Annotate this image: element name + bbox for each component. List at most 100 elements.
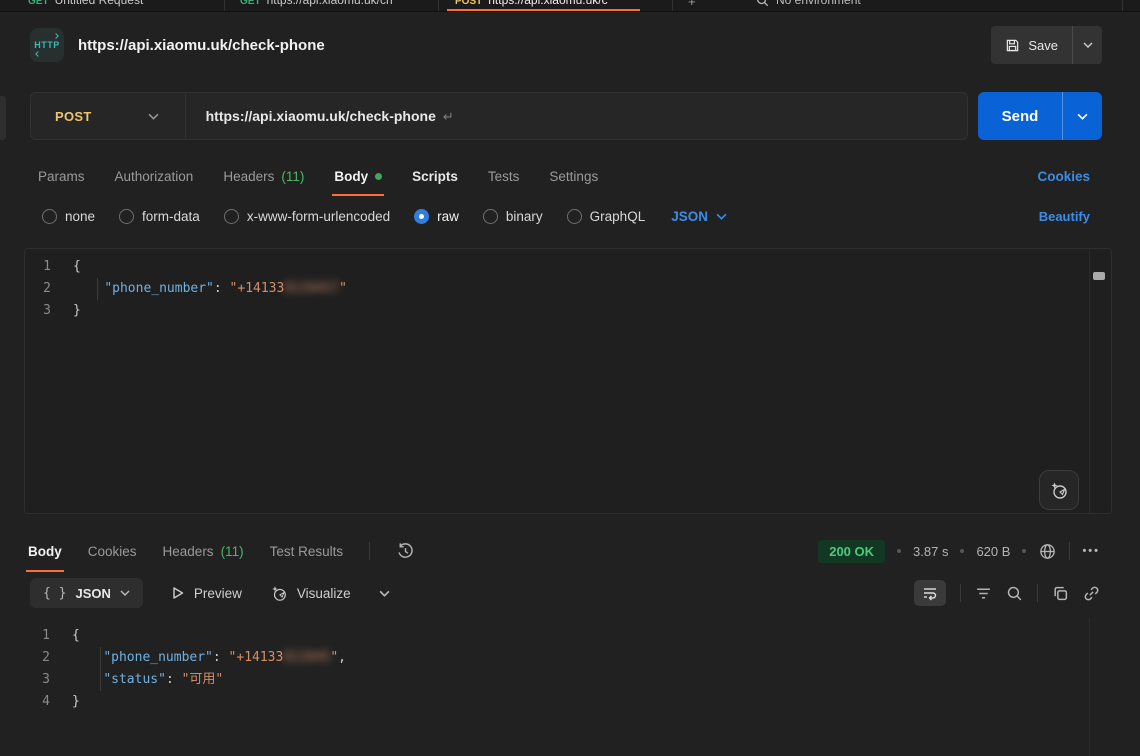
tab-label: Params (38, 169, 85, 184)
response-size[interactable]: 620 B (976, 544, 1010, 559)
divider (960, 584, 961, 602)
tab-settings[interactable]: Settings (549, 156, 598, 196)
more-options-button[interactable]: ••• (1082, 545, 1100, 557)
editor-scrollbar-track[interactable] (1089, 249, 1090, 513)
save-split-button[interactable]: Save (991, 26, 1102, 64)
filter-lines-icon (975, 585, 992, 602)
environment-selector[interactable]: No environment (756, 0, 861, 7)
radio-icon[interactable] (567, 209, 582, 224)
history-clock-icon (396, 542, 415, 561)
tab-body[interactable]: Body (334, 156, 382, 196)
tab-authorization[interactable]: Authorization (115, 156, 194, 196)
divider (369, 542, 370, 560)
response-format-select[interactable]: { } JSON (30, 578, 143, 608)
sidebar-collapsed-handle[interactable] (0, 96, 6, 140)
wrap-text-button[interactable] (914, 580, 946, 606)
search-icon (756, 0, 769, 7)
radio-icon[interactable] (42, 209, 57, 224)
line-number: 2 (25, 278, 73, 300)
request-tab-3-active[interactable]: POSThttps://api.xiaomu.uk/c (455, 0, 608, 7)
option-x-www-form-urlencoded[interactable]: x-www-form-urlencoded (224, 209, 390, 224)
request-tab-2[interactable]: GEThttps://api.xiaomu.uk/ch (240, 0, 393, 7)
send-options-button[interactable] (1062, 92, 1102, 140)
history-button[interactable] (396, 542, 415, 561)
visualize-button[interactable]: Visualize (270, 584, 351, 602)
request-tab-1[interactable]: GETUntitled Request (28, 0, 143, 7)
radio-icon[interactable] (224, 209, 239, 224)
response-tab-test-results[interactable]: Test Results (270, 530, 344, 572)
copy-icon (1052, 585, 1069, 602)
radio-selected-icon[interactable] (414, 209, 429, 224)
method-badge-post: POST (455, 0, 482, 7)
view-options-chevron[interactable] (379, 590, 390, 597)
body-modified-dot (375, 173, 382, 180)
code-line: 3 "status": "可用" (24, 669, 1112, 691)
tab-label: Authorization (115, 169, 194, 184)
braces-icon: { } (43, 586, 66, 601)
radio-icon[interactable] (483, 209, 498, 224)
line-number: 3 (24, 669, 72, 691)
method-selector[interactable]: POST (31, 109, 92, 124)
method-chevron[interactable] (148, 113, 159, 120)
tab-headers[interactable]: Headers(11) (223, 156, 304, 196)
headers-count: (11) (281, 169, 304, 184)
tab-divider (1122, 0, 1123, 12)
search-icon (1006, 585, 1023, 602)
cookies-link[interactable]: Cookies (1037, 169, 1090, 184)
network-info-button[interactable] (1038, 542, 1057, 561)
raw-format-select[interactable]: JSON (671, 209, 727, 224)
filter-button[interactable] (975, 585, 992, 602)
chevron-down-icon (1077, 113, 1088, 120)
option-form-data[interactable]: form-data (119, 209, 200, 224)
new-tab-button[interactable]: + (688, 0, 696, 9)
option-graphql[interactable]: GraphQL (567, 209, 646, 224)
save-button[interactable]: Save (991, 38, 1072, 53)
code-line: 2 "phone_number": "+141338120457" (25, 278, 1111, 300)
response-tab-body[interactable]: Body (28, 530, 62, 572)
tab-label: Body (334, 169, 368, 184)
response-body-viewer[interactable]: 1{ 2 "phone_number": "+14133812045", 3 "… (24, 618, 1112, 756)
chevron-down-icon (148, 113, 159, 120)
api-client-window: GETUntitled Request GEThttps://api.xiaom… (0, 0, 1140, 756)
response-tab-headers[interactable]: Headers(11) (163, 530, 244, 572)
share-link-button[interactable] (1083, 585, 1100, 602)
url-value: https://api.xiaomu.uk/check-phone (206, 108, 436, 124)
response-tab-cookies[interactable]: Cookies (88, 530, 137, 572)
copy-response-button[interactable] (1052, 585, 1069, 602)
json-key: "phone_number" (104, 281, 214, 296)
postbot-ai-button[interactable] (1039, 470, 1079, 510)
preview-button[interactable]: Preview (171, 586, 242, 601)
save-options-button[interactable] (1072, 26, 1102, 64)
tab-tests[interactable]: Tests (488, 156, 520, 196)
option-label: x-www-form-urlencoded (247, 209, 390, 224)
request-body-editor[interactable]: 1{ 2 "phone_number": "+141338120457" 3} (24, 248, 1112, 514)
editor-scrollbar-thumb[interactable] (1093, 272, 1105, 280)
code-token: } (73, 300, 81, 322)
status-badge[interactable]: 200 OK (818, 540, 885, 563)
response-view-tools (914, 580, 1100, 606)
response-time[interactable]: 3.87 s (913, 544, 948, 559)
radio-icon[interactable] (119, 209, 134, 224)
response-toolbar: { } JSON Preview Visualize (30, 574, 1100, 612)
response-stats: 200 OK 3.87 s 620 B ••• (818, 540, 1100, 563)
beautify-link[interactable]: Beautify (1039, 209, 1090, 224)
dot-separator (897, 549, 901, 553)
option-none[interactable]: none (42, 209, 95, 224)
option-raw[interactable]: raw (414, 209, 459, 224)
response-scrollbar-track[interactable] (1089, 618, 1090, 756)
tab-label: Settings (549, 169, 598, 184)
url-input[interactable]: https://api.xiaomu.uk/check-phone↵ (206, 108, 454, 125)
save-label: Save (1028, 38, 1058, 53)
method-badge-get: GET (240, 0, 261, 7)
line-number: 2 (24, 647, 72, 669)
send-split-button[interactable]: Send (978, 92, 1102, 140)
tab-params[interactable]: Params (38, 156, 85, 196)
send-button[interactable]: Send (978, 92, 1062, 140)
code-line: 1{ (25, 256, 1111, 278)
indent-guide (100, 647, 101, 691)
url-input-container[interactable]: POST https://api.xiaomu.uk/check-phone↵ (30, 92, 968, 140)
option-binary[interactable]: binary (483, 209, 543, 224)
tab-scripts[interactable]: Scripts (412, 156, 458, 196)
url-divider (185, 92, 186, 140)
search-response-button[interactable] (1006, 585, 1023, 602)
